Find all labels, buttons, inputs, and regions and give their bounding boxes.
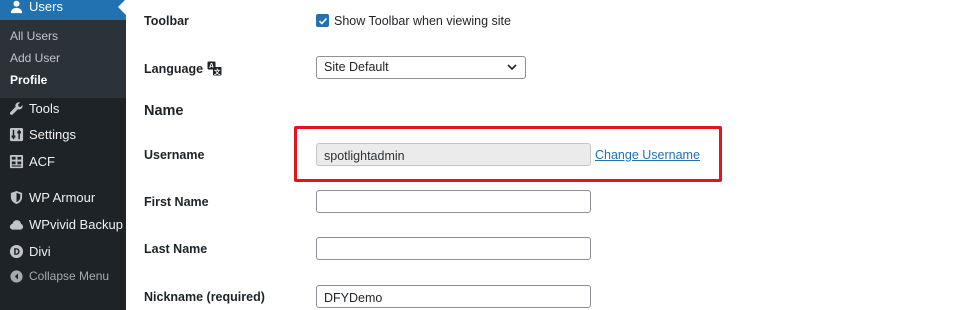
sidebar-item-acf[interactable]: ACF [8,151,55,171]
admin-sidebar: Users All Users Add User Profile Tools S… [0,0,126,310]
nickname-label: Nickname (required) [144,290,265,304]
language-select-value: Site Default [324,60,389,74]
users-submenu: All Users Add User Profile [0,20,126,98]
submenu-item-all-users[interactable]: All Users [10,29,58,43]
submenu-item-profile[interactable]: Profile [10,73,47,87]
sidebar-item-divi[interactable]: Divi [8,241,51,261]
language-select[interactable]: Site Default [316,56,526,79]
sidebar-item-settings[interactable]: Settings [8,124,76,144]
sidebar-item-label: Tools [29,100,60,116]
wrench-icon [8,100,24,116]
cloud-icon [8,216,24,232]
divi-d-icon [8,243,24,259]
current-menu-arrow [118,0,126,15]
sidebar-item-label: Settings [29,126,76,142]
first-name-label: First Name [144,195,209,209]
chevron-down-icon [507,64,517,71]
sidebar-item-label: WP Armour [29,189,96,205]
collapse-menu-button[interactable]: Collapse Menu [8,266,109,286]
sidebar-item-wp-armour[interactable]: WP Armour [8,187,95,207]
checkmark-icon [318,17,327,25]
sidebar-item-label: Users [29,0,63,14]
sidebar-item-users[interactable]: Users [0,0,126,20]
last-name-label: Last Name [144,242,208,256]
toolbar-label: Toolbar [144,14,189,28]
sidebar-item-tools[interactable]: Tools [8,98,59,118]
collapse-arrow-icon [8,268,24,284]
translation-icon: A文 [207,61,222,76]
users-menu-link[interactable]: Users [8,0,63,18]
collapse-menu-label: Collapse Menu [29,269,110,283]
sidebar-item-label: ACF [29,153,55,169]
sliders-icon [8,126,24,142]
shield-icon [8,189,24,205]
username-label: Username [144,148,205,162]
language-label-row: Language A 文 [144,61,222,76]
submenu-item-add-user[interactable]: Add User [10,51,60,65]
last-name-field[interactable] [316,237,591,260]
sidebar-item-wpvivid-backup[interactable]: WPvivid Backup [8,214,123,234]
name-section-title: Name [144,103,184,119]
show-toolbar-checkbox-label[interactable]: Show Toolbar when viewing site [334,14,511,28]
svg-text:文: 文 [213,67,221,76]
language-label: Language [144,62,204,76]
sidebar-item-label: WPvivid Backup [29,216,123,232]
nickname-field[interactable] [316,285,591,308]
show-toolbar-checkbox[interactable] [316,14,329,27]
first-name-field[interactable] [316,190,591,213]
sidebar-item-label: Divi [29,243,51,259]
user-icon [8,0,24,14]
grid-icon [8,153,24,169]
username-highlight-box [294,126,722,182]
